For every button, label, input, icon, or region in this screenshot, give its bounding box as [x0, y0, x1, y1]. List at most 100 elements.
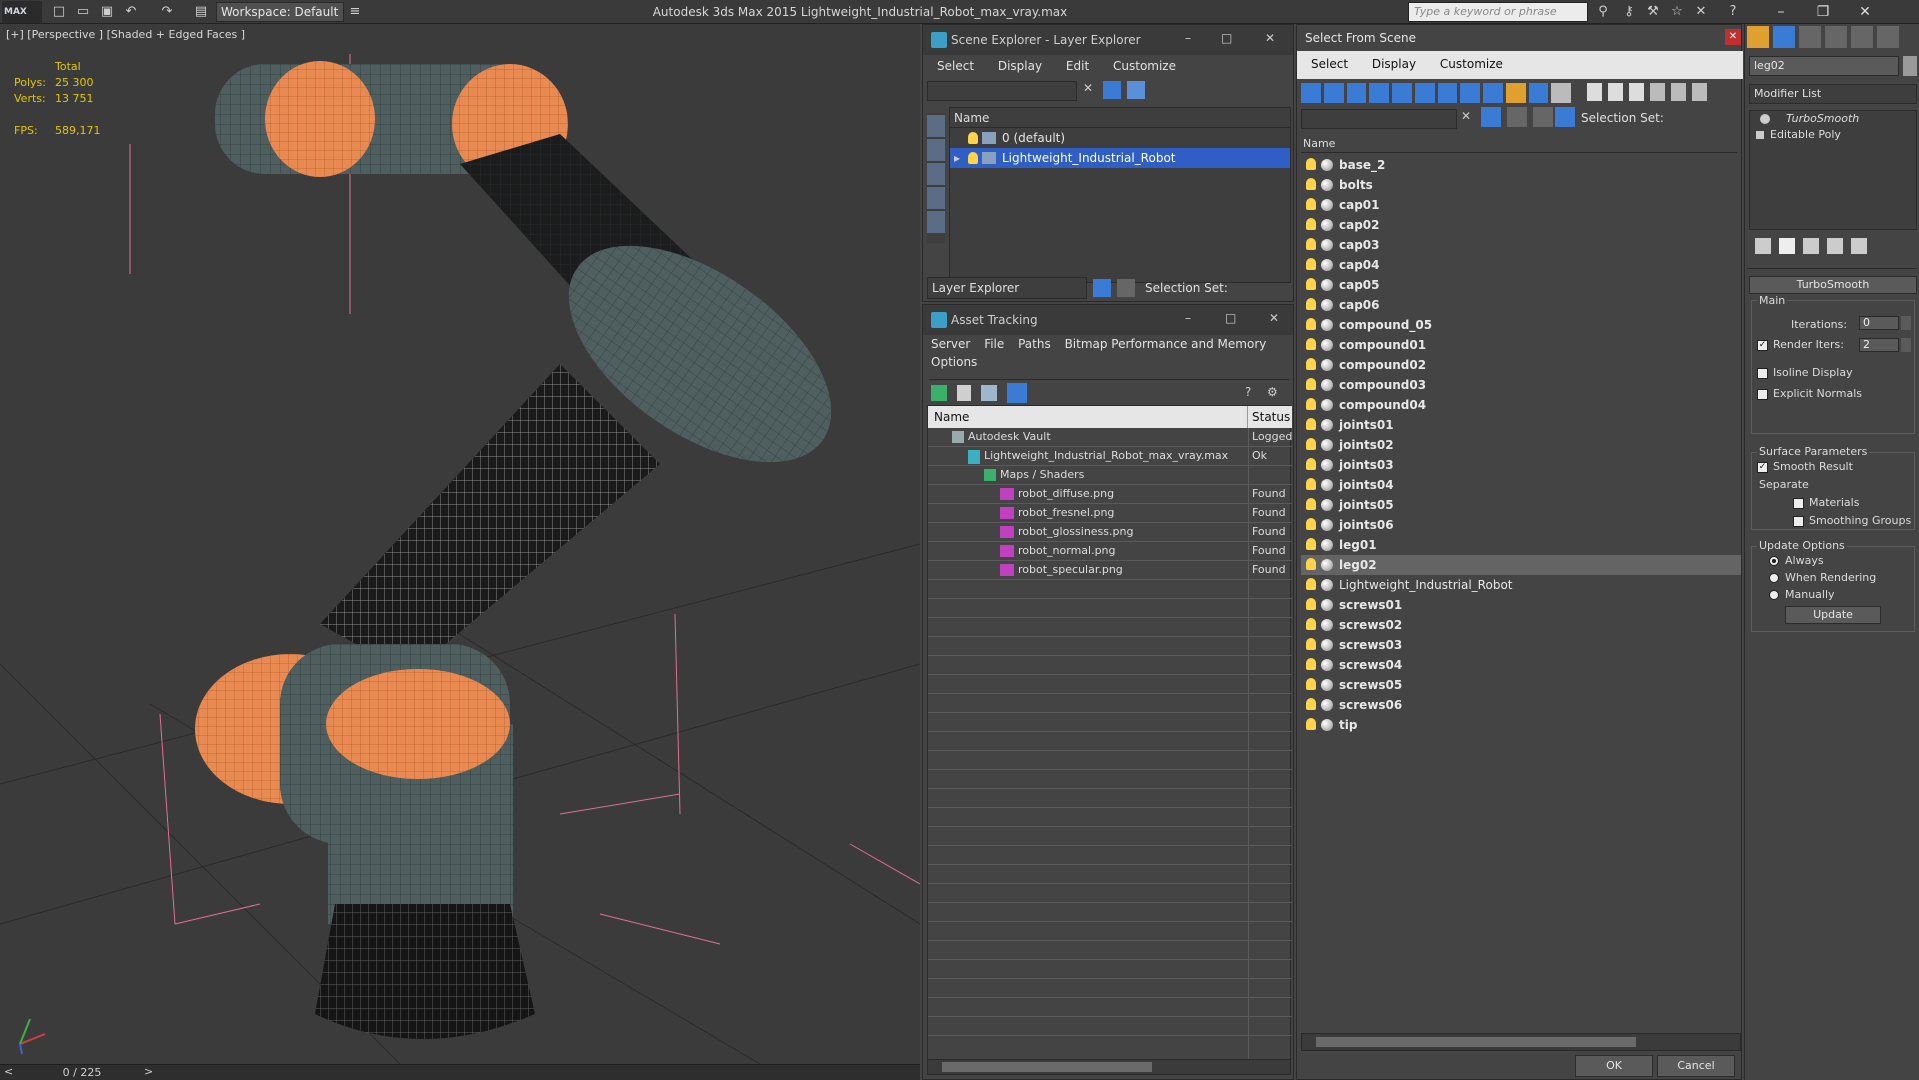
modifier-stack-item[interactable]: Editable Poly [1750, 127, 1916, 143]
open-file-icon[interactable]: ▭ [74, 3, 92, 21]
display-geometry-icon[interactable] [927, 139, 945, 161]
smoothing-groups-checkbox[interactable] [1793, 516, 1804, 527]
object-row[interactable]: joints01 [1301, 415, 1741, 435]
turbosmooth-rollout-header[interactable]: TurboSmooth [1749, 276, 1917, 294]
expand-arrow-icon[interactable]: ▸ [954, 148, 960, 168]
viewport-label-menu[interactable]: [+] [Perspective ] [Shaded + Edged Faces… [6, 28, 245, 41]
object-name-field[interactable]: leg02 [1749, 56, 1899, 76]
visibility-bulb-icon[interactable] [1306, 718, 1316, 730]
menu-bitmap-performance[interactable]: Bitmap Performance and Memory [1065, 337, 1267, 351]
visibility-bulb-icon[interactable] [968, 152, 978, 164]
expand-icon[interactable] [1756, 131, 1764, 139]
bone-filter-icon[interactable] [1483, 83, 1503, 103]
light-filter-icon[interactable] [1346, 83, 1367, 103]
project-folder-icon[interactable]: ▤ [192, 3, 210, 21]
show-end-result-icon[interactable] [1779, 238, 1795, 254]
hidden-filter-icon[interactable] [1551, 83, 1571, 103]
minimize-button[interactable]: – [1760, 0, 1802, 24]
object-row[interactable]: cap05 [1301, 275, 1741, 295]
iterations-spinner[interactable]: 0 [1859, 316, 1899, 330]
modifier-list-dropdown[interactable]: Modifier List [1749, 84, 1917, 104]
undo-icon[interactable]: ↶ [122, 3, 140, 21]
display-objects-icon[interactable] [927, 115, 945, 137]
xref-filter-icon[interactable] [1460, 83, 1480, 103]
perspective-viewport[interactable]: [+] [Perspective ] [Shaded + Edged Faces… [0, 24, 920, 1064]
filter-icon[interactable] [1481, 107, 1501, 127]
visibility-bulb-icon[interactable] [1306, 458, 1316, 470]
save-icon[interactable]: ▣ [98, 3, 116, 21]
asset-row[interactable]: Maps / Shaders [928, 466, 1292, 485]
visibility-bulb-icon[interactable] [1306, 698, 1316, 710]
configure-sets-icon[interactable] [1851, 238, 1867, 254]
horizontal-scrollbar[interactable] [1301, 1033, 1741, 1051]
asset-row[interactable]: robot_specular.png Found [928, 561, 1292, 580]
modifier-stack-item[interactable]: TurboSmooth [1750, 111, 1916, 127]
column-header-status[interactable]: Status [1248, 406, 1292, 428]
when-rendering-radio[interactable] [1769, 573, 1779, 583]
visibility-bulb-icon[interactable] [1306, 398, 1316, 410]
clear-search-icon[interactable]: ✕ [1083, 81, 1093, 95]
visibility-bulb-icon[interactable] [1306, 358, 1316, 370]
workspace-menu-icon[interactable]: ≡ [346, 3, 364, 21]
utilities-tab-icon[interactable] [1877, 26, 1899, 48]
column-header-name[interactable]: Name [928, 406, 1248, 428]
scene-explorer-search-input[interactable] [927, 81, 1077, 101]
visibility-bulb-icon[interactable] [968, 132, 978, 144]
container-filter-icon[interactable] [1505, 83, 1526, 103]
make-unique-icon[interactable] [1803, 238, 1819, 254]
visibility-bulb-icon[interactable] [1306, 198, 1316, 210]
layer-toolbar-icon[interactable] [1533, 107, 1553, 127]
asset-row[interactable]: robot_fresnel.png Found [928, 504, 1292, 523]
app-logo[interactable]: MAX [2, 1, 42, 23]
render-iters-spinner[interactable]: 2 [1859, 338, 1899, 352]
frozen-filter-icon[interactable] [1528, 83, 1549, 103]
visibility-bulb-icon[interactable] [1306, 538, 1316, 550]
time-slider-frame[interactable]: 0 / 225 [62, 1065, 102, 1080]
minimize-icon[interactable]: – [1185, 31, 1191, 45]
object-row[interactable]: compound_05 [1301, 315, 1741, 335]
redo-icon[interactable]: ↷ [158, 3, 176, 21]
visibility-bulb-icon[interactable] [1306, 218, 1316, 230]
menu-customize[interactable]: Customize [1440, 57, 1503, 71]
refresh-icon[interactable] [931, 385, 947, 401]
menu-paths[interactable]: Paths [1018, 337, 1051, 351]
visibility-bulb-icon[interactable] [1306, 418, 1316, 430]
helper-filter-icon[interactable] [1392, 83, 1412, 103]
visibility-bulb-icon[interactable] [1306, 638, 1316, 650]
object-row[interactable]: cap04 [1301, 255, 1741, 275]
materials-checkbox[interactable] [1793, 498, 1804, 509]
object-row[interactable]: leg02 [1301, 555, 1741, 575]
visibility-bulb-icon[interactable] [1306, 498, 1316, 510]
ok-button[interactable]: OK [1575, 1055, 1653, 1077]
update-button[interactable]: Update [1785, 606, 1881, 624]
visibility-bulb-icon[interactable] [1306, 578, 1316, 590]
display-helpers-icon[interactable] [927, 211, 945, 233]
visibility-bulb-icon[interactable] [1306, 558, 1316, 570]
restore-button[interactable]: ❐ [1802, 0, 1844, 24]
close-icon[interactable]: ✕ [1269, 311, 1279, 325]
visibility-bulb-icon[interactable] [1306, 658, 1316, 670]
object-row[interactable]: cap01 [1301, 195, 1741, 215]
object-row[interactable]: joints02 [1301, 435, 1741, 455]
object-row[interactable]: cap02 [1301, 215, 1741, 235]
time-slider[interactable]: < 0 / 225 > [0, 1064, 920, 1080]
time-next-icon[interactable]: > [144, 1065, 153, 1078]
object-row[interactable]: screws01 [1301, 595, 1741, 615]
geometry-filter-icon[interactable] [1301, 83, 1321, 103]
layers-icon[interactable] [1507, 107, 1527, 127]
table-view-icon[interactable] [1007, 383, 1027, 403]
filter-icon[interactable] [1103, 81, 1121, 99]
visibility-bulb-icon[interactable] [1306, 618, 1316, 630]
object-row[interactable]: screws02 [1301, 615, 1741, 635]
visibility-bulb-icon[interactable] [1306, 378, 1316, 390]
asset-row[interactable]: robot_diffuse.png Found [928, 485, 1292, 504]
smooth-result-checkbox[interactable]: ✓ [1757, 462, 1768, 473]
hierarchy-icon[interactable] [1671, 83, 1686, 101]
object-row[interactable]: Lightweight_Industrial_Robot [1301, 575, 1741, 595]
motion-tab-icon[interactable] [1825, 26, 1847, 48]
thumbnail-view-icon[interactable] [981, 385, 997, 401]
iterations-spinner-arrows-icon[interactable] [1901, 316, 1911, 330]
close-button[interactable]: ✕ [1844, 0, 1886, 24]
object-row[interactable]: screws04 [1301, 655, 1741, 675]
binoculars-icon[interactable]: ⚲ [1594, 3, 1612, 21]
